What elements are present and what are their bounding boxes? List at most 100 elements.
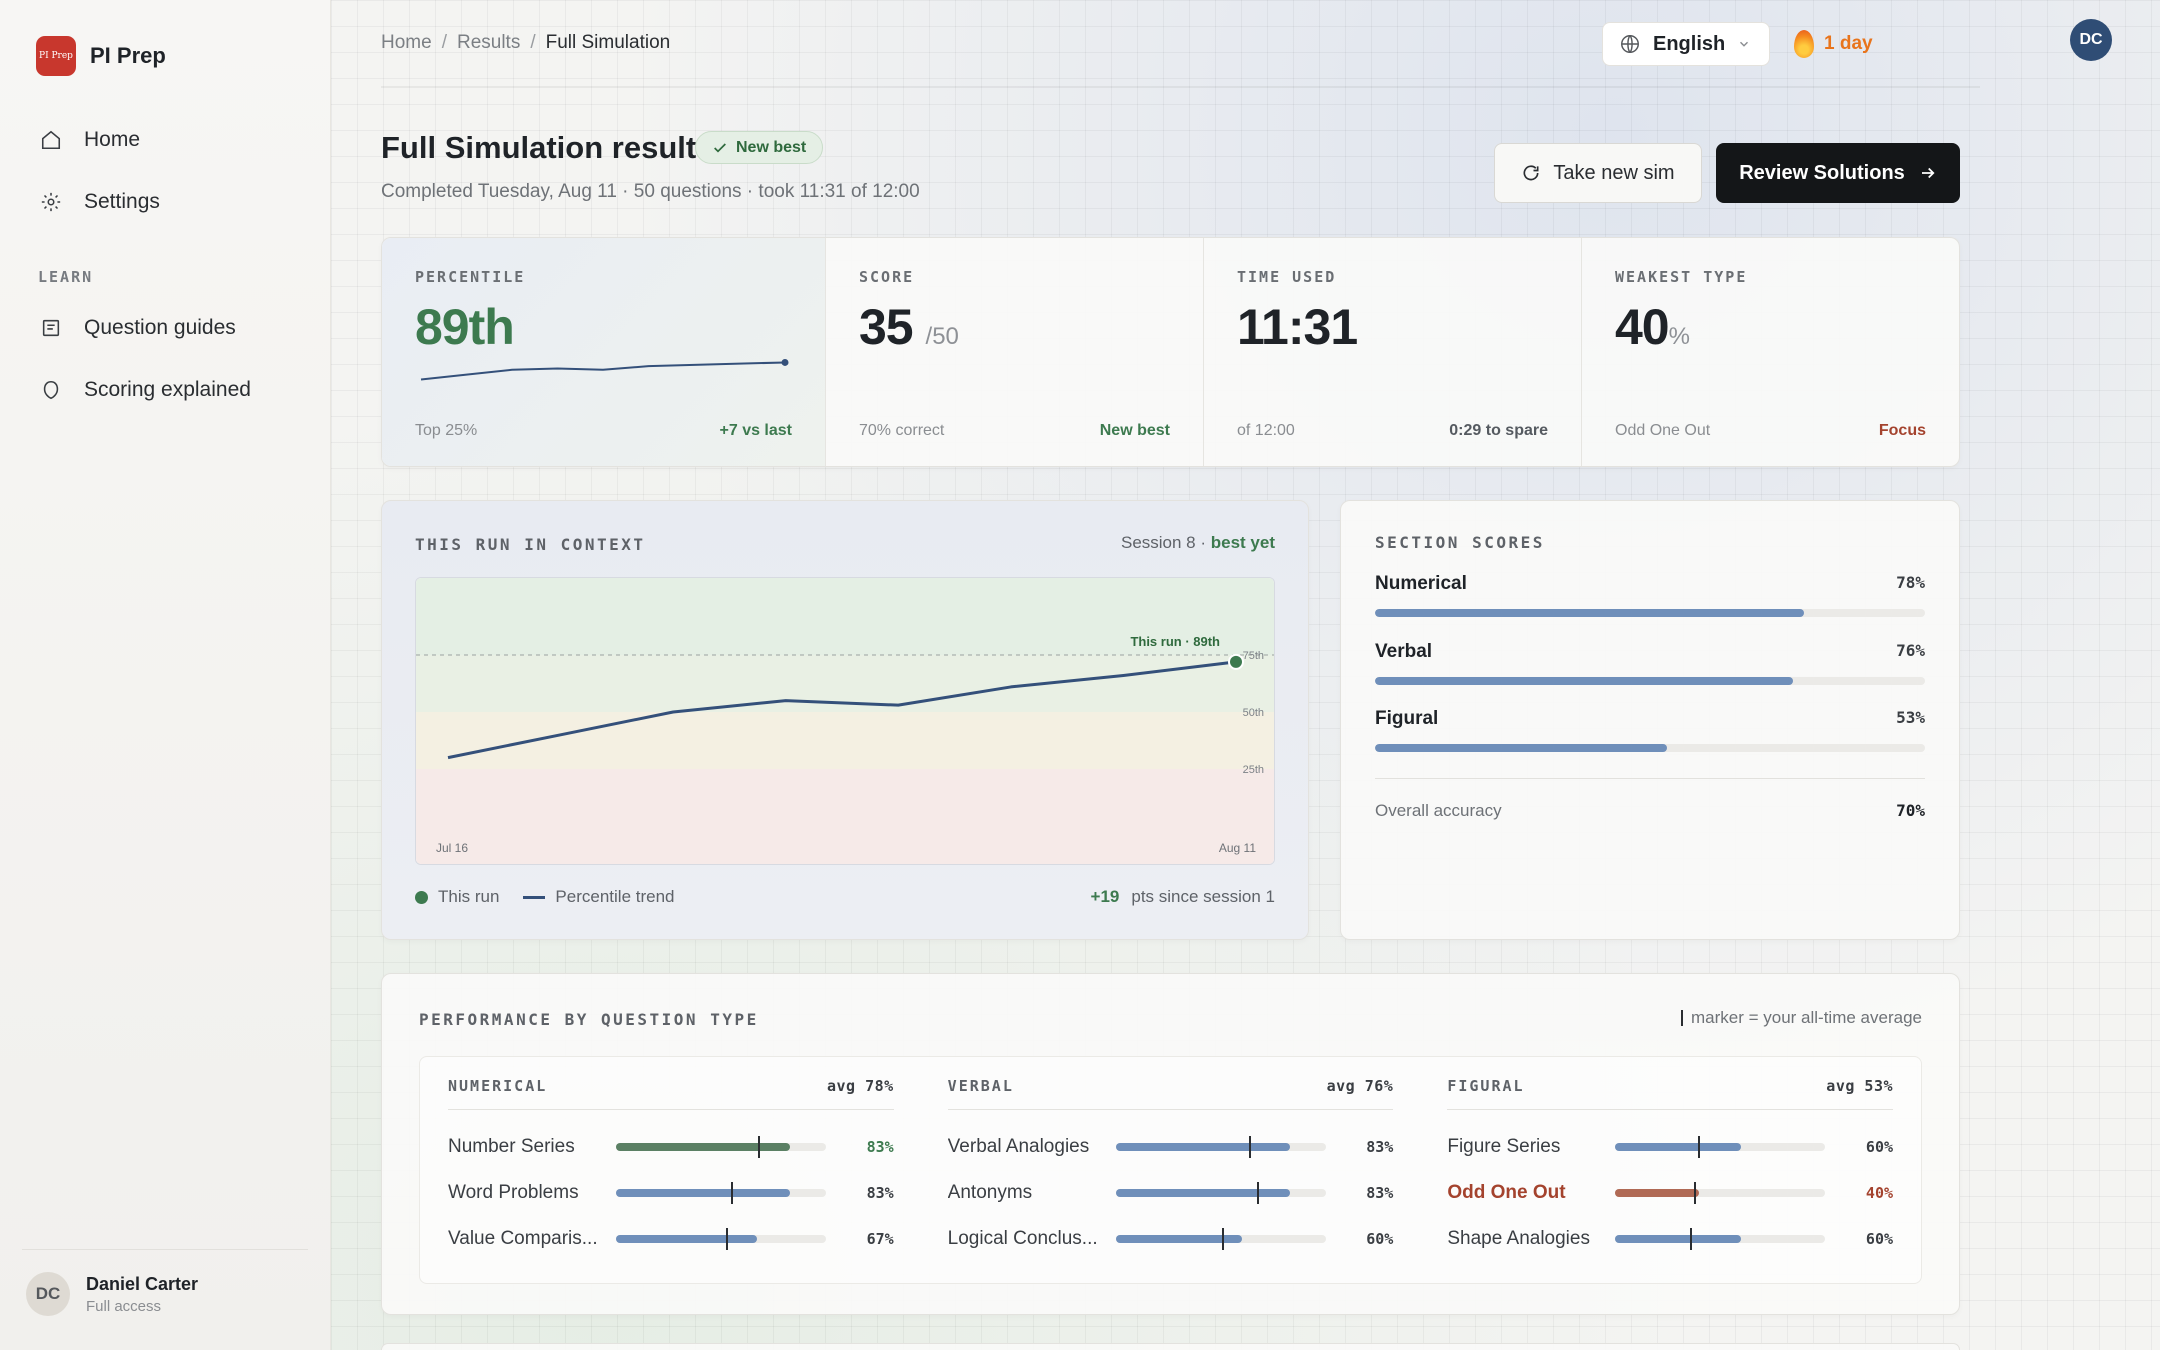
question-type-row[interactable]: Shape Analogies 60% (1447, 1216, 1893, 1262)
section-name: Verbal (1375, 641, 1433, 662)
stat-label: PERCENTILE (415, 268, 526, 286)
main-nav: Home Settings (40, 109, 300, 233)
sidebar-item-scoring-explained[interactable]: Scoring explained (40, 359, 300, 421)
question-type-row[interactable]: Number Series 83% (448, 1124, 894, 1170)
perf-column-title: NUMERICAL (448, 1077, 548, 1095)
section-name: Figural (1375, 708, 1439, 729)
session-meta-highlight: best yet (1210, 533, 1275, 552)
language-select[interactable]: English (1602, 22, 1770, 66)
sparkline-end-point (781, 358, 789, 366)
header-divider (381, 86, 1980, 88)
question-type-bar (616, 1182, 826, 1204)
reference-label-75th: 75th (1243, 650, 1264, 662)
sidebar-item-home[interactable]: Home (40, 109, 300, 171)
streak-indicator[interactable]: 1 day (1794, 30, 1873, 58)
this-run-label: This run · 89th (1130, 634, 1220, 649)
user-card[interactable]: DC Daniel Carter Full access (26, 1272, 198, 1316)
question-type-name: Figure Series (1447, 1136, 1561, 1157)
zone-bottom-band (416, 769, 1274, 864)
stat-value: 89th (415, 299, 515, 355)
all-time-average-marker (730, 1182, 733, 1204)
overall-accuracy: Overall accuracy 70% (1375, 801, 1925, 821)
stat-value: 35 /50 (859, 298, 959, 356)
breadcrumb-results[interactable]: Results (457, 32, 520, 54)
stat-value: 11:31 (1237, 299, 1358, 355)
question-type-pct: 83% (866, 1138, 894, 1156)
all-time-average-marker (726, 1228, 729, 1250)
zone-middle-band (416, 712, 1274, 769)
stat-footer: Odd One Out Focus (1615, 422, 1926, 440)
card-label: SECTION SCORES (1375, 533, 1545, 552)
perf-column-numerical: NUMERICAL avg 78% Number Series 83% Word Pro… (448, 1057, 894, 1283)
question-type-bar-fill (1615, 1143, 1742, 1151)
marker-icon (1680, 1010, 1683, 1026)
sidebar-divider (22, 1249, 308, 1250)
question-type-row[interactable]: Odd One Out 40% (1447, 1170, 1893, 1216)
stat-foot-left: Odd One Out (1615, 422, 1711, 439)
refresh-icon (1523, 165, 1539, 181)
question-type-row[interactable]: Word Problems 83% (448, 1170, 894, 1216)
section-bar-fill (1375, 609, 1804, 617)
user-name: Daniel Carter (86, 1273, 199, 1294)
sidebar-item-settings[interactable]: Settings (40, 171, 300, 233)
section-pct: 78% (1896, 573, 1925, 592)
question-type-row[interactable]: Logical Conclus... 60% (947, 1216, 1393, 1262)
sidebar-item-label: Question guides (84, 316, 236, 339)
percentile-sparkline (420, 358, 789, 381)
all-time-average-marker (1694, 1182, 1697, 1204)
stat-score: SCORE 35 /50 70% correct New best (826, 238, 1204, 466)
performance-card: PERFORMANCE BY QUESTION TYPE marker = yo… (381, 973, 1960, 1315)
delta-value: +19 (1090, 887, 1120, 906)
stat-foot-right: 0:29 to spare (1449, 422, 1548, 439)
percentile-trend-chart: 75th 50th 25th This run · 89th Jul 16 Aug 11 (416, 578, 1274, 864)
all-time-average-marker (1698, 1136, 1701, 1158)
flame-icon (1794, 30, 1814, 58)
question-type-bar-fill (1615, 1235, 1742, 1243)
all-time-average-marker (1221, 1228, 1224, 1250)
question-type-bar-fill (616, 1235, 757, 1243)
page-title: Full Simulation results (381, 130, 714, 165)
question-type-name: Logical Conclus... (947, 1228, 1098, 1249)
main-content: Home / Results / Full Simulation English… (331, 0, 2160, 1350)
avatar: DC (26, 1272, 70, 1316)
language-label: English (1653, 32, 1726, 55)
focus-link[interactable]: Focus (1879, 422, 1926, 440)
stat-weakest-type: WEAKEST TYPE 40% Odd One Out Focus (1582, 238, 1959, 466)
section-row-figural: Figural 53% (1375, 708, 1925, 752)
question-type-bar-fill (616, 1189, 791, 1197)
question-type-pct: 40% (1865, 1184, 1894, 1202)
question-type-row[interactable]: Value Comparis... 67% (448, 1216, 894, 1262)
all-time-average-marker (1257, 1182, 1260, 1204)
section-bar-fill (1375, 677, 1793, 685)
stat-percentile: PERCENTILE 89th Top 25% +7 vs last (382, 238, 826, 466)
question-type-pct: 60% (1865, 1230, 1894, 1248)
legend-this-run: This run (415, 887, 499, 907)
chevron-down-icon (1740, 41, 1749, 47)
take-new-sim-button[interactable]: Take new sim (1494, 143, 1702, 203)
brand-name: PI Prep (90, 43, 166, 68)
question-type-bar-fill (616, 1143, 791, 1151)
sidebar-item-question-guides[interactable]: Question guides (40, 297, 300, 359)
shield-icon (43, 380, 59, 400)
brand[interactable]: PI Prep PI Prep (36, 36, 166, 76)
question-type-row[interactable]: Verbal Analogies 83% (948, 1124, 1393, 1170)
question-type-bar (1115, 1228, 1326, 1250)
stat-number: 40 (1615, 299, 1670, 355)
page-subtitle: Completed Tuesday, Aug 11 · 50 questions… (381, 181, 920, 202)
stat-label: SCORE (859, 268, 915, 286)
check-icon (714, 142, 726, 153)
globe-icon (1621, 35, 1639, 53)
perf-column-title: FIGURAL (1447, 1077, 1525, 1095)
perf-column-title: VERBAL (947, 1077, 1014, 1095)
breadcrumb-current: Full Simulation (545, 32, 671, 53)
breadcrumb-home[interactable]: Home (381, 32, 432, 54)
session-meta-text: Session 8 · (1120, 533, 1211, 552)
learn-nav: Question guides Scoring explained (40, 297, 300, 421)
chart-legend: This run Percentile trend (415, 887, 675, 907)
question-type-row[interactable]: Antonyms 83% (948, 1170, 1393, 1216)
avatar[interactable]: DC (2070, 19, 2112, 61)
brand-logo: PI Prep (36, 36, 76, 76)
question-type-row[interactable]: Figure Series 60% (1447, 1124, 1893, 1170)
review-solutions-button[interactable]: Review Solutions (1716, 143, 1960, 203)
x-tick-label-start: Jul 16 (436, 841, 468, 855)
